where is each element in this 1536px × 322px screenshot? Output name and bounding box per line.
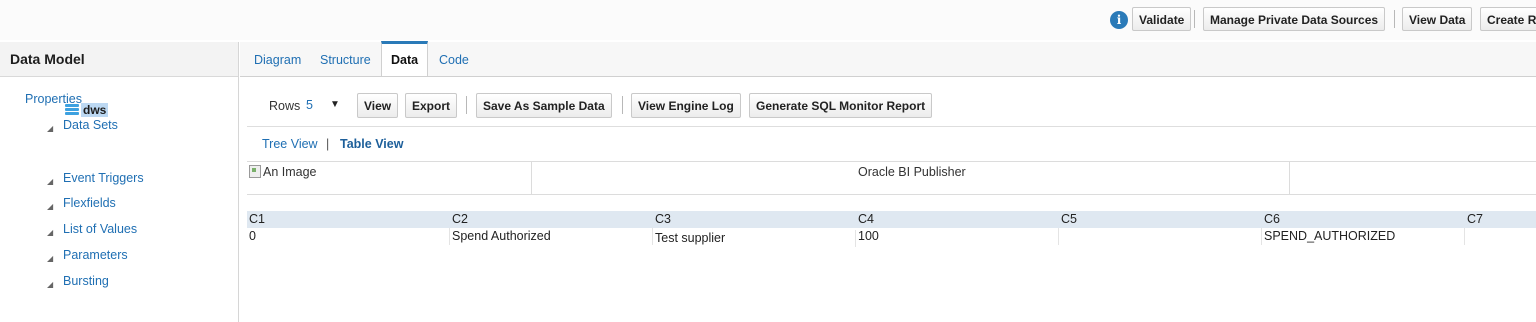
manage-private-data-sources-button[interactable]: Manage Private Data Sources: [1203, 7, 1386, 31]
broken-image-icon: [249, 165, 261, 178]
column-header: C1: [249, 212, 265, 226]
data-model-title: Data Model: [0, 42, 238, 77]
data-action-bar: Rows 5 ▼ View Export Save As Sample Data…: [247, 80, 1536, 127]
view-data-button[interactable]: View Data: [1402, 7, 1473, 31]
tab-structure[interactable]: Structure: [320, 42, 371, 76]
view-engine-log-button[interactable]: View Engine Log: [631, 93, 741, 118]
generate-sql-monitor-report-button[interactable]: Generate SQL Monitor Report: [749, 93, 933, 118]
dataset-item-dws[interactable]: dws: [81, 103, 109, 117]
expand-triangle-icon[interactable]: ◢: [47, 280, 53, 289]
create-report-button[interactable]: Create R: [1480, 7, 1536, 31]
header-divider: [531, 162, 532, 194]
header-divider: [1289, 162, 1290, 194]
table-row: 0 Spend Authorized Test supplier 100 SPE…: [247, 228, 1536, 247]
expand-triangle-icon[interactable]: ◢: [47, 124, 53, 133]
export-button[interactable]: Export: [405, 93, 458, 118]
column-header: C4: [858, 212, 874, 226]
bursting-link[interactable]: Bursting: [63, 274, 109, 288]
list-of-values-link[interactable]: List of Values: [63, 222, 137, 236]
report-title: Oracle BI Publisher: [858, 165, 966, 179]
toolbar-separator: [1194, 10, 1195, 28]
tab-bar: Diagram Structure Data Code: [240, 41, 1536, 77]
parameters-link[interactable]: Parameters: [63, 248, 128, 262]
column-header: C2: [452, 212, 468, 226]
table-view-link[interactable]: Table View: [340, 137, 403, 151]
info-icon[interactable]: i: [1110, 11, 1128, 29]
tab-data[interactable]: Data: [381, 41, 429, 76]
save-as-sample-data-button[interactable]: Save As Sample Data: [476, 93, 612, 118]
image-alt-text: An Image: [263, 165, 317, 179]
table-cell: SPEND_AUTHORIZED: [1262, 228, 1465, 245]
column-header: C6: [1264, 212, 1280, 226]
rows-label: Rows: [269, 99, 301, 113]
action-separator: [622, 96, 623, 114]
table-cell: [1465, 228, 1536, 245]
view-button[interactable]: View: [357, 93, 399, 118]
view-toggle-separator: |: [326, 137, 330, 151]
report-header: An Image Oracle BI Publisher: [247, 161, 1536, 195]
expand-triangle-icon[interactable]: ◢: [47, 177, 53, 186]
expand-triangle-icon[interactable]: ◢: [47, 202, 53, 211]
flexfields-link[interactable]: Flexfields: [63, 196, 116, 210]
expand-triangle-icon[interactable]: ◢: [47, 228, 53, 237]
chevron-down-icon: ▼: [330, 99, 340, 110]
column-header: C7: [1467, 212, 1483, 226]
expand-triangle-icon[interactable]: ◢: [47, 254, 53, 263]
toolbar-separator: [1394, 10, 1395, 28]
table-header-row: C1 C2 C3 C4 C5 C6 C7: [247, 211, 1536, 228]
dataset-icon: [65, 104, 79, 116]
report-logo-image: An Image: [249, 165, 317, 179]
tab-diagram[interactable]: Diagram: [254, 42, 301, 76]
tree-view-link[interactable]: Tree View: [262, 137, 318, 151]
column-header: C3: [655, 212, 671, 226]
table-cell: 0: [247, 228, 450, 245]
table-cell: Test supplier: [653, 230, 856, 247]
column-header: C5: [1061, 212, 1077, 226]
event-triggers-link[interactable]: Event Triggers: [63, 171, 144, 185]
rows-select-value: 5: [306, 98, 313, 112]
validate-button[interactable]: Validate: [1132, 7, 1192, 31]
table-cell: 100: [856, 228, 1059, 245]
table-cell: Spend Authorized: [450, 228, 653, 245]
top-toolbar: i Validate Manage Private Data Sources V…: [0, 0, 1536, 40]
table-cell: [1059, 228, 1262, 245]
action-separator: [466, 96, 467, 114]
data-sets-link[interactable]: Data Sets: [63, 118, 118, 132]
tab-code[interactable]: Code: [439, 42, 469, 76]
rows-select[interactable]: 5 ▼: [304, 96, 348, 116]
